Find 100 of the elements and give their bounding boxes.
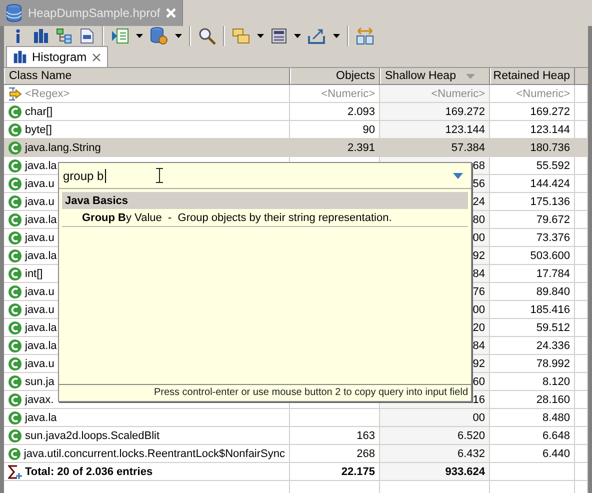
close-icon[interactable] xyxy=(92,52,101,62)
table-cell: 73.376 xyxy=(536,232,570,244)
table-cell: 6.440 xyxy=(542,448,570,460)
table-cell: 28.160 xyxy=(536,394,570,406)
column-header[interactable]: Retained Heap xyxy=(490,68,575,84)
class-name: java.la xyxy=(25,322,57,334)
table-cell: 76 xyxy=(472,286,485,298)
class-icon xyxy=(8,122,22,136)
table-cell: 00 xyxy=(472,304,485,316)
class-icon xyxy=(8,320,22,334)
class-name: java.u xyxy=(25,304,54,316)
column-header[interactable]: Class Name xyxy=(4,68,290,84)
table-cell: 68 xyxy=(472,160,485,172)
class-name: sun.ja xyxy=(25,376,54,388)
table-cell: 2.093 xyxy=(347,106,375,118)
table-cell: 20 xyxy=(472,322,485,334)
class-name: java.lang.String xyxy=(25,142,101,154)
column-header[interactable]: Objects xyxy=(290,68,380,84)
filter-icon xyxy=(8,86,22,100)
table-cell: 59.512 xyxy=(536,322,570,334)
tree-icon[interactable] xyxy=(56,28,72,44)
table-cell: 123.144 xyxy=(445,124,485,136)
class-icon xyxy=(8,446,21,460)
table-cell: 169.272 xyxy=(530,106,570,118)
table-row[interactable]: sun.java2d.loops.ScaledBlit 163 6.520 6.648 xyxy=(4,427,588,445)
table-cell: 175.136 xyxy=(530,196,570,208)
total-label: Total: 20 of 2.036 entries xyxy=(25,466,153,478)
table-cell: 169.272 xyxy=(445,106,485,118)
class-icon xyxy=(8,230,22,244)
total-cell: 22.175 xyxy=(341,466,375,478)
caret-icon[interactable] xyxy=(294,34,301,38)
class-name: java.u xyxy=(25,196,54,208)
query-field[interactable]: group b xyxy=(63,168,106,182)
table-row[interactable]: java.lang.String 2.391 57.384 180.736 xyxy=(4,139,588,157)
table-cell: 17.784 xyxy=(536,268,570,280)
table-cell: 55.592 xyxy=(536,160,570,172)
sum-icon xyxy=(8,464,22,478)
view-tab[interactable]: Histogram xyxy=(6,46,108,67)
text-cursor-icon xyxy=(156,168,163,183)
table-cell: 2.391 xyxy=(347,142,375,154)
tab-title: HeapDumpSample.hprof xyxy=(28,6,160,20)
bar-chart-icon[interactable] xyxy=(33,28,49,44)
class-name: java.u xyxy=(25,358,54,370)
class-icon xyxy=(8,410,22,424)
sort-icon xyxy=(466,74,475,78)
stacked-folders-icon[interactable] xyxy=(232,28,250,44)
bar-chart-icon xyxy=(13,50,27,64)
category-header: Java Basics xyxy=(62,192,468,209)
search-icon[interactable] xyxy=(198,27,216,45)
class-icon xyxy=(8,140,22,154)
table-row[interactable]: java.la 00 8.480 xyxy=(4,409,588,427)
table-cell: 185.416 xyxy=(530,304,570,316)
class-icon xyxy=(8,176,22,190)
table-cell: 84 xyxy=(472,268,485,280)
list-icon[interactable] xyxy=(111,28,129,44)
caret-icon[interactable] xyxy=(333,34,340,38)
hint-text: Press control-enter or use mouse button 2 to copy query into input field xyxy=(59,384,471,401)
tab-title: Histogram xyxy=(32,50,87,64)
column-header[interactable]: Shallow Heap xyxy=(380,68,490,84)
table-cell: 144.424 xyxy=(530,178,570,190)
caret-icon[interactable] xyxy=(175,34,182,38)
table-cell: 24 xyxy=(472,196,485,208)
class-icon xyxy=(8,374,22,388)
table-cell: 8.480 xyxy=(542,412,570,424)
compare-icon[interactable] xyxy=(356,27,374,45)
class-icon xyxy=(8,392,22,406)
class-name: javax. xyxy=(25,394,54,406)
table-cell: 78.992 xyxy=(536,358,570,370)
class-name: java.util.concurrent.locks.ReentrantLock$NonfairSync xyxy=(24,448,285,460)
caret-icon[interactable] xyxy=(136,34,143,38)
document-icon[interactable] xyxy=(79,28,95,44)
class-icon xyxy=(8,356,22,370)
table-cell: 6.520 xyxy=(457,430,485,442)
table-row[interactable]: char[] 2.093 169.272 169.272 xyxy=(4,103,588,121)
table-cell: 89.840 xyxy=(536,286,570,298)
table-cell: 00 xyxy=(472,412,485,424)
total-cell: 933.624 xyxy=(445,466,485,478)
table-cell: 00 xyxy=(472,232,485,244)
table-cell: 80 xyxy=(472,214,485,226)
table-cell: 163 xyxy=(356,430,375,442)
table-cell: 92 xyxy=(472,358,485,370)
class-icon xyxy=(8,284,22,298)
table-cell: 180.736 xyxy=(530,142,570,154)
class-icon xyxy=(8,194,22,208)
caret-icon[interactable] xyxy=(257,34,264,38)
class-name: java.u xyxy=(25,286,54,298)
table-cell: 92 xyxy=(472,250,485,262)
table-cell: 16 xyxy=(472,394,485,406)
table-cell: 6.648 xyxy=(542,430,570,442)
table-cell: 6.432 xyxy=(457,448,485,460)
class-icon xyxy=(8,104,22,118)
class-name: char[] xyxy=(25,106,53,118)
table-cell: 123.144 xyxy=(530,124,570,136)
class-name: java.u xyxy=(25,178,54,190)
table-row[interactable]: java.util.concurrent.locks.ReentrantLock$NonfairSync 268 6.432 6.440 xyxy=(4,445,588,463)
class-name: byte[] xyxy=(25,124,52,136)
class-icon xyxy=(8,266,22,280)
suggestion-item[interactable]: Group By Value - Group objects by their string representation. xyxy=(62,209,468,227)
table-cell: 268 xyxy=(356,448,375,460)
export-icon[interactable] xyxy=(308,28,326,44)
